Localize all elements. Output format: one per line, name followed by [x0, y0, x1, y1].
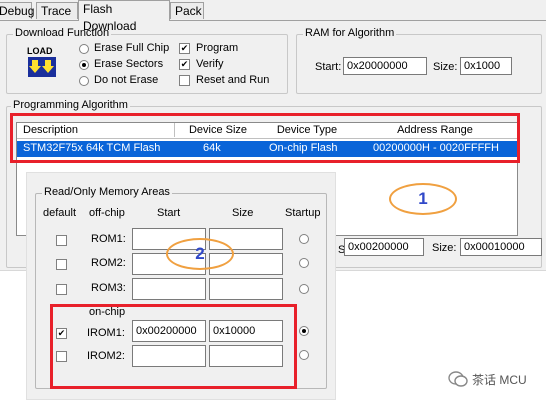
rom3-startup-radio[interactable]: [299, 284, 309, 294]
annotation-marker-2: 2: [166, 238, 234, 270]
verify-label: Verify: [196, 58, 224, 70]
load-icon-text: LOAD: [27, 46, 53, 56]
header-default: default: [43, 207, 77, 219]
rom1-default-checkbox[interactable]: [56, 235, 67, 246]
erase-sectors-radio[interactable]: [79, 60, 89, 70]
rom1-label: ROM1:: [91, 233, 126, 245]
header-offchip: off-chip: [89, 207, 125, 219]
algo-size-label: Size:: [432, 242, 457, 254]
programming-algorithm-title: Programming Algorithm: [11, 99, 130, 111]
tab-debug[interactable]: Debug: [0, 2, 34, 19]
highlight-box-irom: [50, 304, 297, 389]
rom2-default-checkbox[interactable]: [56, 259, 67, 270]
erase-full-chip-label: Erase Full Chip: [94, 42, 170, 54]
rom2-startup-radio[interactable]: [299, 258, 309, 268]
rom3-start-input[interactable]: [132, 278, 206, 300]
irom2-startup-radio[interactable]: [299, 350, 309, 360]
erase-full-chip-radio[interactable]: [79, 44, 89, 54]
annotation-marker-1: 1: [389, 183, 457, 215]
tab-trace[interactable]: Trace: [36, 2, 78, 19]
algo-size-input[interactable]: 0x00010000: [460, 238, 542, 256]
ram-start-label: Start:: [315, 61, 342, 73]
tab-flash-download[interactable]: Flash Download: [78, 0, 170, 33]
ram-title: RAM for Algorithm: [303, 27, 397, 39]
header-startup: Startup: [285, 207, 321, 219]
watermark-text: 茶话 MCU: [472, 373, 527, 387]
reset-and-run-label: Reset and Run: [196, 74, 270, 86]
program-label: Program: [196, 42, 239, 54]
load-icon: LOAD: [24, 46, 60, 80]
do-not-erase-label: Do not Erase: [94, 74, 159, 86]
tab-bar: Debug Trace Flash Download Pack: [0, 0, 546, 33]
reset-and-run-checkbox[interactable]: [179, 75, 190, 86]
verify-checkbox[interactable]: [179, 59, 190, 70]
algo-start-input[interactable]: 0x00200000: [344, 238, 424, 256]
rom3-label: ROM3:: [91, 282, 126, 294]
rom3-size-input[interactable]: [209, 278, 283, 300]
ram-start-input[interactable]: 0x20000000: [343, 57, 427, 75]
header-size: Size: [232, 207, 254, 219]
ram-size-input[interactable]: 0x1000: [460, 57, 512, 75]
memory-areas-title: Read/Only Memory Areas: [42, 186, 172, 198]
tab-pack[interactable]: Pack: [170, 2, 204, 19]
highlight-box-algorithm: [10, 113, 520, 163]
ram-size-label: Size:: [433, 61, 458, 73]
header-start: Start: [157, 207, 181, 219]
rom2-label: ROM2:: [91, 257, 126, 269]
irom1-startup-radio[interactable]: [299, 326, 309, 336]
erase-sectors-label: Erase Sectors: [94, 58, 164, 70]
rom3-default-checkbox[interactable]: [56, 284, 67, 295]
watermark: 茶话 MCU: [448, 368, 544, 390]
do-not-erase-radio[interactable]: [79, 76, 89, 86]
wechat-icon: [448, 371, 468, 387]
download-arrows-icon: [28, 57, 56, 77]
rom1-startup-radio[interactable]: [299, 234, 309, 244]
program-checkbox[interactable]: [179, 43, 190, 54]
